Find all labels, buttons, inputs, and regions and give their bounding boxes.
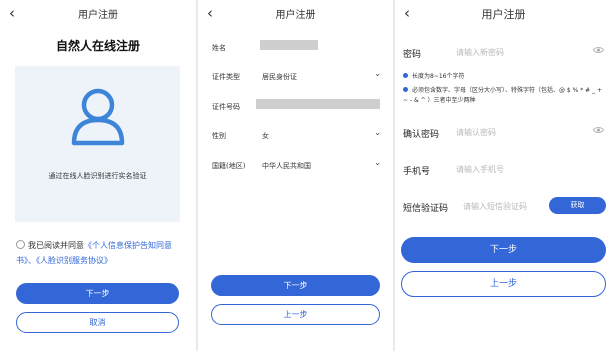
verify-description: 通过在线人脸识别进行实名验证 bbox=[48, 172, 147, 180]
confirm-label: 确认密码 bbox=[403, 130, 440, 140]
field-id-type[interactable]: 证件类型 居民身份证 ⌄ bbox=[212, 66, 381, 86]
hint-text: 必须包含数字、字母（区分大小写）、特殊字符（包括、@ $ % * # _ + ~… bbox=[403, 87, 603, 104]
field-label: 证件号码 bbox=[212, 103, 240, 111]
field-value: 女 bbox=[262, 132, 269, 140]
prev-button[interactable]: 上一步 bbox=[401, 271, 606, 297]
registration-heading: 自然人在线注册 bbox=[55, 39, 140, 53]
face-verify-card[interactable]: 通过在线人脸识别进行实名验证 bbox=[15, 66, 180, 222]
user-avatar-icon bbox=[71, 88, 125, 146]
screen-identity-info: ‹ 用户注册 姓名 证件类型 居民身份证 ⌄ 证件号码 性别 女 ⌄ 国籍(地区… bbox=[198, 0, 393, 351]
field-label: 性别 bbox=[212, 132, 226, 140]
hint-complexity: 必须包含数字、字母（区分大小写）、特殊字符（包括、@ $ % * # _ + ~… bbox=[403, 86, 604, 106]
page-title: 用户注册 bbox=[78, 10, 118, 21]
password-label: 密码 bbox=[403, 50, 422, 60]
page-title: 用户注册 bbox=[275, 10, 316, 21]
hint-length: 长度为8~16个字符 bbox=[403, 72, 604, 82]
phone-input[interactable]: 请输入手机号 bbox=[456, 164, 504, 175]
link-separator: 、 bbox=[28, 256, 36, 265]
masked-id-number bbox=[256, 99, 380, 109]
next-button[interactable]: 下一步 bbox=[16, 283, 179, 304]
next-button[interactable]: 下一步 bbox=[211, 275, 380, 296]
eye-icon[interactable] bbox=[593, 126, 604, 134]
agree-text: 我已阅读并同意 bbox=[28, 241, 84, 250]
page-title: 用户注册 bbox=[481, 8, 526, 21]
field-id-number[interactable]: 证件号码 bbox=[212, 96, 381, 116]
field-label: 证件类型 bbox=[212, 73, 240, 81]
top-bar: ‹ 用户注册 bbox=[198, 0, 393, 30]
field-label: 姓名 bbox=[212, 44, 226, 52]
password-input[interactable]: 请输入新密码 bbox=[456, 47, 504, 58]
sms-label: 短信验证码 bbox=[403, 204, 449, 214]
field-value: 居民身份证 bbox=[262, 73, 297, 81]
chevron-down-icon: ⌄ bbox=[374, 69, 381, 78]
field-nationality[interactable]: 国籍(地区) 中华人民共和国 ⌄ bbox=[212, 155, 381, 175]
top-bar: ‹ 用户注册 bbox=[395, 0, 612, 30]
field-label: 国籍(地区) bbox=[212, 162, 246, 170]
eye-icon[interactable] bbox=[593, 46, 604, 54]
field-name[interactable]: 姓名 bbox=[212, 37, 381, 57]
screen-account-setup: ‹ 用户注册 密码 请输入新密码 长度为8~16个字符 必须包含数字、字母（区分… bbox=[395, 0, 612, 351]
screen-face-verify: ‹ 用户注册 自然人在线注册 通过在线人脸识别进行实名验证 我已阅读并同意《个人… bbox=[0, 0, 196, 351]
field-value: 中华人民共和国 bbox=[262, 162, 311, 170]
agreement: 我已阅读并同意《个人信息保护告知同意书》、《人脸识别服务协议》 bbox=[16, 238, 188, 268]
chevron-down-icon: ⌄ bbox=[374, 158, 381, 167]
confirm-input[interactable]: 请输认密码 bbox=[456, 127, 496, 138]
phone-label: 手机号 bbox=[403, 167, 431, 177]
sms-input[interactable]: 请输入短信验证码 bbox=[463, 201, 527, 212]
hint-text: 长度为8~16个字符 bbox=[412, 73, 465, 80]
next-button[interactable]: 下一步 bbox=[401, 237, 606, 263]
agree-radio[interactable] bbox=[16, 240, 25, 249]
face-agreement-link[interactable]: 《人脸识别服务协议》 bbox=[36, 256, 112, 265]
info-dot-icon bbox=[403, 87, 408, 92]
prev-button[interactable]: 上一步 bbox=[211, 304, 380, 325]
get-code-button[interactable]: 获取 bbox=[549, 197, 606, 214]
cancel-button[interactable]: 取消 bbox=[16, 312, 179, 333]
top-bar: ‹ 用户注册 bbox=[0, 0, 196, 30]
masked-name bbox=[260, 40, 318, 50]
chevron-down-icon: ⌄ bbox=[374, 128, 381, 137]
field-gender[interactable]: 性别 女 ⌄ bbox=[212, 125, 381, 145]
info-dot-icon bbox=[403, 73, 408, 78]
